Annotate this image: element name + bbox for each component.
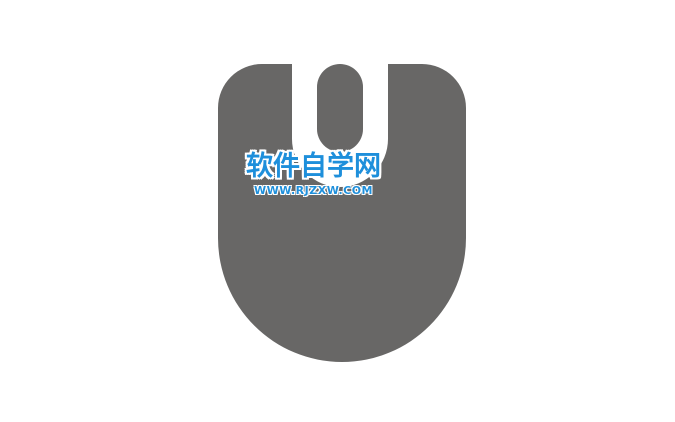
watermark-title: 软件自学网 — [246, 151, 381, 182]
mouse-scroll-wheel — [317, 64, 363, 152]
watermark-url: WWW.RJZXW.COM — [254, 184, 373, 197]
watermark: 软件自学网 WWW.RJZXW.COM — [236, 150, 391, 202]
mouse-icon — [218, 64, 466, 362]
canvas: 软件自学网 WWW.RJZXW.COM — [0, 0, 675, 422]
